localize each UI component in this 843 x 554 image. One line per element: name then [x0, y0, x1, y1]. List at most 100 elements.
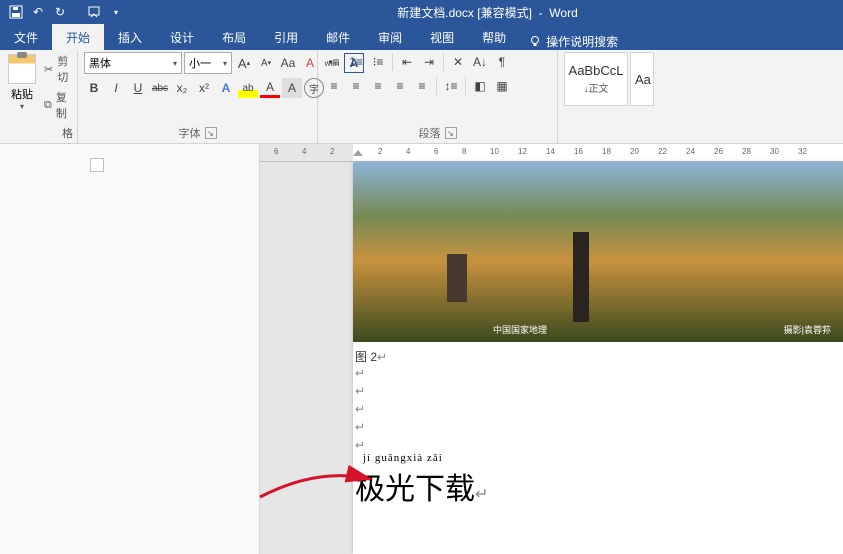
main-text[interactable]: 极光下载↵	[355, 464, 488, 508]
ruler-tick: 2	[330, 147, 334, 156]
ruler-corner[interactable]	[90, 158, 104, 172]
indent-marker-icon[interactable]	[353, 150, 363, 156]
ruler-tick: 2	[378, 147, 382, 156]
highlight-button[interactable]: ab	[238, 78, 258, 98]
ruler-tick: 18	[602, 147, 611, 156]
char-shading-button[interactable]: A	[282, 78, 302, 98]
superscript-button[interactable]: x²	[194, 78, 214, 98]
copy-button[interactable]: ⧉复制	[42, 88, 75, 122]
decrease-indent-button[interactable]: ⇤	[397, 52, 417, 72]
ruler-tick: 10	[490, 147, 499, 156]
tell-me-search[interactable]: 操作说明搜索	[528, 33, 618, 50]
image-watermark-left: 中国国家地理	[493, 323, 547, 336]
shading-button[interactable]: ◧	[470, 76, 490, 96]
tab-view[interactable]: 视图	[416, 24, 468, 50]
distribute-button[interactable]: ≡	[412, 76, 432, 96]
show-marks-button[interactable]: ¶	[492, 52, 512, 72]
sort-button[interactable]: A↓	[470, 52, 490, 72]
tab-references[interactable]: 引用	[260, 24, 312, 50]
tab-layout[interactable]: 布局	[208, 24, 260, 50]
inserted-image[interactable]: 中国国家地理 摄影|袁蓉荪	[353, 162, 843, 342]
ruler-tick: 26	[714, 147, 723, 156]
empty-paragraph[interactable]: ↵	[355, 420, 365, 434]
numbering-button[interactable]: 1≡	[346, 52, 366, 72]
empty-paragraph[interactable]: ↵	[355, 366, 365, 380]
tell-me-label: 操作说明搜索	[546, 33, 618, 50]
asian-layout-button[interactable]: ✕	[448, 52, 468, 72]
image-watermark-right: 摄影|袁蓉荪	[784, 323, 831, 336]
chevron-down-icon: ▾	[20, 102, 24, 111]
tab-insert[interactable]: 插入	[104, 24, 156, 50]
empty-paragraph[interactable]: ↵	[355, 402, 365, 416]
ruler-tick: 6	[274, 147, 278, 156]
tab-help[interactable]: 帮助	[468, 24, 520, 50]
align-left-button[interactable]: ≡	[324, 76, 344, 96]
tab-review[interactable]: 审阅	[364, 24, 416, 50]
ruler-tick: 16	[574, 147, 583, 156]
text-effects-button[interactable]: A	[216, 78, 236, 98]
font-size-select[interactable]: 小一▾	[184, 52, 232, 74]
underline-button[interactable]: U	[128, 78, 148, 98]
doc-name: 新建文档.docx	[397, 6, 474, 20]
paragraph-dialog-launcher[interactable]: ↘	[445, 127, 457, 139]
font-group-label: 字体	[179, 125, 201, 141]
multilevel-list-button[interactable]: ⁝≡	[368, 52, 388, 72]
empty-paragraph[interactable]: ↵	[355, 438, 365, 452]
paste-label: 粘贴	[11, 86, 33, 102]
italic-button[interactable]: I	[106, 78, 126, 98]
cut-button[interactable]: ✂剪切	[42, 52, 75, 86]
image-caption[interactable]: 图 2↵	[355, 348, 387, 365]
line-spacing-button[interactable]: ↕≡	[441, 76, 461, 96]
ruler-tick: 20	[630, 147, 639, 156]
ruler-tick: 14	[546, 147, 555, 156]
borders-button[interactable]: ▦	[492, 76, 512, 96]
image-building	[447, 254, 467, 302]
font-color-button[interactable]: A	[260, 78, 280, 98]
font-dialog-launcher[interactable]: ↘	[205, 127, 217, 139]
bold-button[interactable]: B	[84, 78, 104, 98]
align-right-button[interactable]: ≡	[368, 76, 388, 96]
style-heading[interactable]: Aa	[630, 52, 654, 106]
ribbon-tabs: 文件 开始 插入 设计 布局 引用 邮件 审阅 视图 帮助 操作说明搜索	[0, 24, 843, 50]
empty-paragraph[interactable]: ↵	[355, 384, 365, 398]
ruler-tick: 4	[302, 147, 306, 156]
document-page[interactable]: 中国国家地理 摄影|袁蓉荪 图 2↵ ↵ ↵ ↵ ↵ ↵ jí guāngxià…	[353, 162, 843, 554]
grow-font-button[interactable]: A▴	[234, 53, 254, 73]
lightbulb-icon	[528, 35, 542, 49]
navigation-pane[interactable]	[0, 144, 260, 554]
justify-button[interactable]: ≡	[390, 76, 410, 96]
clear-format-button[interactable]: A	[300, 53, 320, 73]
ruler-tick: 30	[770, 147, 779, 156]
chevron-down-icon[interactable]: ▾	[108, 4, 124, 20]
horizontal-ruler[interactable]: 6422468101214161820222426283032	[260, 144, 843, 162]
undo-icon[interactable]: ↶	[30, 4, 46, 20]
font-name-select[interactable]: 黑体▾	[84, 52, 182, 74]
increase-indent-button[interactable]: ⇥	[419, 52, 439, 72]
style-normal[interactable]: AaBbCcL ↓正文	[564, 52, 628, 106]
tab-file[interactable]: 文件	[0, 24, 52, 50]
tab-home[interactable]: 开始	[52, 24, 104, 50]
copy-icon: ⧉	[44, 99, 52, 112]
ruler-tick: 4	[406, 147, 410, 156]
app-name: Word	[549, 6, 577, 20]
align-center-button[interactable]: ≡	[346, 76, 366, 96]
phonetic-guide-text[interactable]: jí guāngxià zǎi	[363, 452, 443, 464]
ruler-tick: 6	[434, 147, 438, 156]
change-case-button[interactable]: Aa	[278, 53, 298, 73]
subscript-button[interactable]: x₂	[172, 78, 192, 98]
shrink-font-button[interactable]: A▾	[256, 53, 276, 73]
redo-icon[interactable]: ↻	[52, 4, 68, 20]
paste-button[interactable]: 粘贴 ▾	[6, 52, 38, 113]
bullets-button[interactable]: •≡	[324, 52, 344, 72]
tab-design[interactable]: 设计	[156, 24, 208, 50]
chevron-down-icon: ▾	[173, 59, 177, 68]
ruler-tick: 24	[686, 147, 695, 156]
save-icon[interactable]	[8, 4, 24, 20]
ruler-tick: 32	[798, 147, 807, 156]
edit-area: 6422468101214161820222426283032 中国国家地理 摄…	[0, 144, 843, 554]
tab-mail[interactable]: 邮件	[312, 24, 364, 50]
paragraph-mark-icon: ↵	[475, 486, 488, 503]
qat-customize-icon[interactable]	[86, 4, 102, 20]
strikethrough-button[interactable]: abc	[150, 78, 170, 98]
group-paragraph: •≡ 1≡ ⁝≡ ⇤ ⇥ ✕ A↓ ¶ ≡ ≡ ≡ ≡ ≡ ↕≡ ◧	[318, 50, 558, 144]
